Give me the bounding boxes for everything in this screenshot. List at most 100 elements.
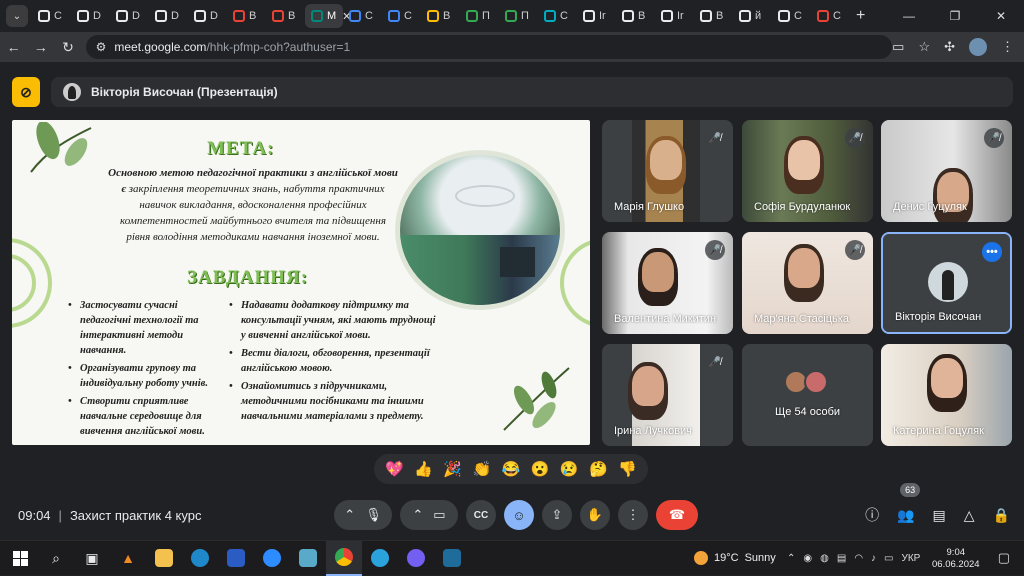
browser-tab[interactable]: D bbox=[149, 4, 188, 28]
microphone-icon[interactable]: 🎙 bbox=[365, 507, 382, 523]
zoom-icon[interactable] bbox=[254, 541, 290, 576]
reaction-emoji[interactable]: 😢 bbox=[560, 460, 579, 478]
edge-icon[interactable] bbox=[182, 541, 218, 576]
participant-tile[interactable]: Ще 54 особи bbox=[742, 344, 873, 446]
participant-tile[interactable]: 🎤̸ Софія Бурдуланюк bbox=[742, 120, 873, 222]
site-info-icon[interactable]: ⚙ bbox=[96, 40, 107, 54]
activities-icon[interactable]: △ bbox=[964, 507, 975, 524]
close-window-icon[interactable]: ✕ bbox=[978, 0, 1024, 32]
taskbar-clock[interactable]: 9:04 06.06.2024 bbox=[932, 547, 980, 571]
camera-control[interactable]: ⌃ ▭ bbox=[400, 500, 458, 530]
browser-menu-icon[interactable]: ⋮ bbox=[1001, 39, 1014, 55]
camera-in-use-icon[interactable]: ▭ bbox=[892, 39, 904, 55]
browser-tab[interactable]: C bbox=[32, 4, 71, 28]
vlc-icon[interactable]: ▲ bbox=[110, 541, 146, 576]
tray-expand-icon[interactable]: ⌃ bbox=[787, 553, 795, 564]
raise-hand-button[interactable]: ✋ bbox=[580, 500, 610, 530]
profile-avatar[interactable] bbox=[969, 38, 988, 56]
browser-tab[interactable]: Ir bbox=[577, 4, 616, 28]
browser-tab[interactable]: B bbox=[421, 4, 460, 28]
browser-tab[interactable]: П bbox=[499, 4, 538, 28]
browser-tab[interactable]: M ✕ bbox=[305, 4, 351, 28]
browser-tab[interactable]: C bbox=[772, 4, 811, 28]
photos-icon[interactable] bbox=[290, 541, 326, 576]
participant-tile[interactable]: ••• Вікторія Височан bbox=[881, 232, 1012, 334]
extensions-icon[interactable]: ✣ bbox=[944, 39, 955, 55]
reaction-emoji[interactable]: 👍 bbox=[414, 460, 433, 478]
webex-meet-icon[interactable] bbox=[434, 541, 470, 576]
participant-tile[interactable]: 🎤̸ Денис Гуцуляк bbox=[881, 120, 1012, 222]
reaction-emoji[interactable]: 👎 bbox=[618, 460, 637, 478]
emoji-button[interactable]: ☺ bbox=[504, 500, 534, 530]
reload-icon[interactable]: ↻ bbox=[54, 39, 81, 56]
people-button[interactable]: 👥 63 bbox=[897, 482, 921, 524]
browser-tab[interactable]: D bbox=[110, 4, 149, 28]
participant-face bbox=[931, 358, 963, 398]
bookmark-star-icon[interactable]: ☆ bbox=[918, 39, 930, 55]
notifications-icon[interactable]: ▢ bbox=[998, 550, 1010, 566]
leave-call-button[interactable]: ☎ bbox=[656, 500, 698, 530]
viber-icon[interactable] bbox=[398, 541, 434, 576]
more-options-button[interactable]: ⋮ bbox=[618, 500, 648, 530]
tray-app-icon[interactable]: ◍ bbox=[820, 553, 829, 564]
restore-icon[interactable]: ❐ bbox=[932, 0, 978, 32]
reaction-emoji[interactable]: 👏 bbox=[473, 460, 492, 478]
back-icon[interactable]: ← bbox=[0, 39, 27, 55]
task-view-icon[interactable]: ▣ bbox=[74, 541, 110, 576]
participant-tile[interactable]: 🎤̸ Ірина Лучкович bbox=[602, 344, 733, 446]
participant-tile[interactable]: 🎤̸ Марія Глушко bbox=[602, 120, 733, 222]
reaction-emoji[interactable]: 😮 bbox=[531, 460, 550, 478]
present-button[interactable]: ⇪ bbox=[542, 500, 572, 530]
chat-icon[interactable]: ▤ bbox=[933, 507, 946, 524]
reaction-emoji[interactable]: 😂 bbox=[502, 460, 521, 478]
browser-tab[interactable]: B bbox=[694, 4, 733, 28]
camera-icon[interactable]: ▭ bbox=[433, 507, 445, 523]
tab-search-button[interactable]: ⌄ bbox=[6, 5, 28, 27]
search-icon[interactable]: ⌕ bbox=[38, 541, 74, 576]
browser-tab[interactable]: C bbox=[343, 4, 382, 28]
browser-tab[interactable]: B bbox=[616, 4, 655, 28]
chevron-up-icon[interactable]: ⌃ bbox=[412, 507, 423, 523]
host-controls-icon[interactable]: 🔒 bbox=[993, 507, 1010, 524]
participant-tile[interactable]: 🎤̸ Мар'яна Стасіцька bbox=[742, 232, 873, 334]
browser-tab[interactable]: C bbox=[538, 4, 577, 28]
reaction-emoji[interactable]: 🤔 bbox=[589, 460, 608, 478]
input-language[interactable]: УКР bbox=[902, 553, 921, 564]
participant-name: Денис Гуцуляк bbox=[893, 201, 967, 213]
tray-app-icon[interactable]: ◉ bbox=[803, 553, 812, 564]
windows-start-icon[interactable] bbox=[2, 541, 38, 576]
chrome-icon[interactable] bbox=[326, 540, 362, 576]
browser-tab[interactable]: B bbox=[266, 4, 305, 28]
chevron-up-icon[interactable]: ⌃ bbox=[344, 507, 355, 523]
forward-icon[interactable]: → bbox=[27, 39, 54, 55]
new-tab-button[interactable]: + bbox=[856, 7, 865, 25]
meeting-details-icon[interactable]: ⓘ bbox=[865, 505, 879, 525]
captions-button[interactable]: CC bbox=[466, 500, 496, 530]
reaction-emoji[interactable]: 🎉 bbox=[443, 460, 462, 478]
sun-icon bbox=[694, 551, 708, 565]
minimize-icon[interactable]: — bbox=[886, 0, 932, 32]
file-explorer-icon[interactable] bbox=[146, 541, 182, 576]
weather-widget[interactable]: 19°C Sunny bbox=[694, 551, 776, 565]
tray-app-icon[interactable]: ▤ bbox=[837, 553, 846, 564]
volume-icon[interactable]: ♪ bbox=[871, 553, 876, 564]
more-options-icon[interactable]: ••• bbox=[982, 242, 1002, 262]
wifi-icon[interactable]: ◠ bbox=[854, 553, 863, 564]
reaction-emoji[interactable]: 💖 bbox=[385, 460, 404, 478]
browser-tab[interactable]: Ir bbox=[655, 4, 694, 28]
microphone-control[interactable]: ⌃ 🎙 bbox=[334, 500, 392, 530]
browser-tab[interactable]: C bbox=[811, 4, 850, 28]
participant-tile[interactable]: 🎤̸ Валентина Микитин bbox=[602, 232, 733, 334]
browser-tab[interactable]: D bbox=[71, 4, 110, 28]
url-field[interactable]: ⚙ meet.google.com /hhk-pfmp-coh?authuser… bbox=[85, 35, 893, 59]
participant-tile[interactable]: Катерина Гоцуляк bbox=[881, 344, 1012, 446]
browser-tab[interactable]: B bbox=[227, 4, 266, 28]
webex-icon[interactable] bbox=[218, 541, 254, 576]
browser-tab[interactable]: й bbox=[733, 4, 772, 28]
stop-presenting-icon[interactable]: ⊘ bbox=[12, 77, 40, 107]
telegram-icon[interactable] bbox=[362, 541, 398, 576]
battery-icon[interactable]: ▭ bbox=[884, 553, 893, 564]
browser-tab[interactable]: C bbox=[382, 4, 421, 28]
browser-tab[interactable]: D bbox=[188, 4, 227, 28]
browser-tab[interactable]: П bbox=[460, 4, 499, 28]
